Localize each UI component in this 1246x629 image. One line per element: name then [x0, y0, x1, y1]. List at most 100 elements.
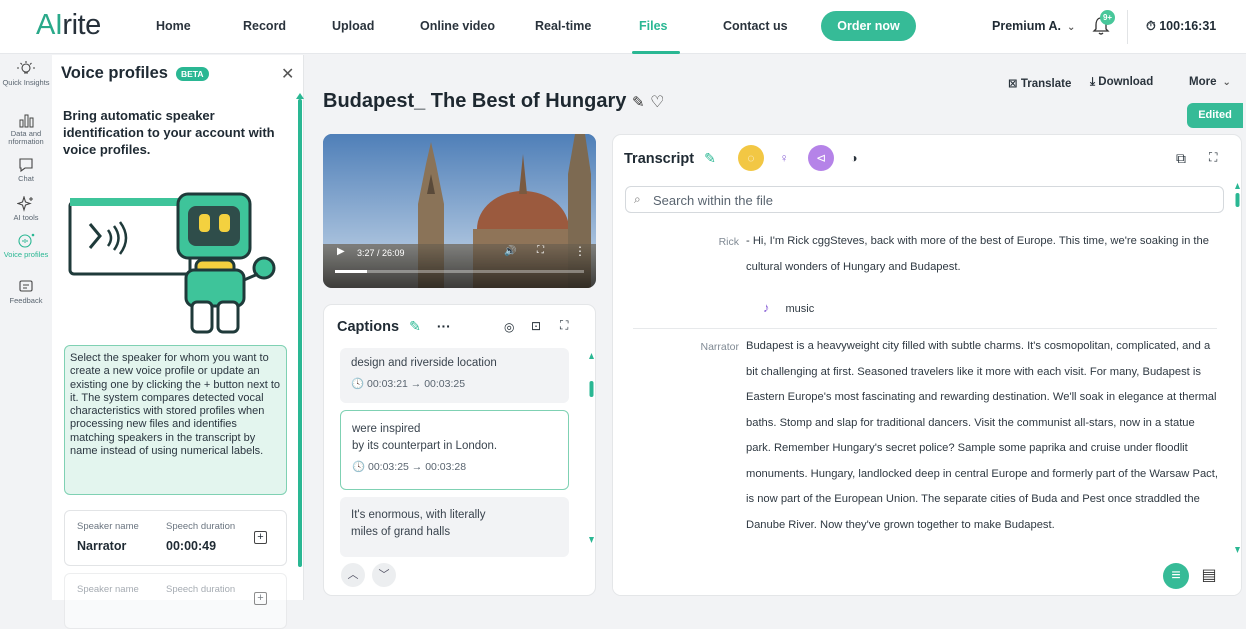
search-icon: ⌕	[634, 192, 641, 206]
transcript-scrollbar[interactable]	[1235, 183, 1240, 553]
copy-icon[interactable]: ⧉	[1176, 150, 1186, 167]
rail-voice-profiles[interactable]: Voice profiles	[0, 233, 52, 259]
close-icon[interactable]: ✕	[281, 64, 294, 84]
nav-contact-us[interactable]: Contact us	[723, 19, 788, 33]
paragraph-view-icon[interactable]: ≡	[1163, 563, 1189, 589]
panel-scrollbar[interactable]	[298, 99, 302, 567]
voice-profiles-panel: Voice profiles BETA ✕ Bring automatic sp…	[52, 55, 304, 629]
volume-icon[interactable]: 🔊	[504, 246, 516, 257]
caption-time: 🕓 00:03:25 → 00:03:28	[352, 459, 557, 476]
rail-label: Voice profiles	[3, 250, 49, 259]
nav-files[interactable]: Files	[639, 19, 668, 33]
rail-data-information[interactable]: Data and nformation	[0, 112, 52, 146]
airite-logo[interactable]: AIrite	[36, 9, 101, 42]
segment-text[interactable]: Budapest is a heavyweight city filled wi…	[746, 334, 1221, 538]
speech-duration-label: Speech duration	[166, 584, 236, 595]
notification-badge: 9+	[1100, 10, 1115, 25]
rail-ai-tools[interactable]: AI tools	[0, 196, 52, 222]
rail-quick-insights[interactable]: Quick Insights	[0, 61, 52, 87]
info-box: Select the speaker for whom you want to …	[64, 345, 287, 495]
chevron-down-icon: ⌄	[1067, 22, 1076, 33]
clock-icon: 🕓	[351, 378, 367, 390]
chapters-icon[interactable]: ⊲	[808, 145, 834, 171]
heart-icon[interactable]: ♡	[650, 94, 664, 111]
caption-text: It's enormous, with literally miles of g…	[351, 509, 486, 538]
speaker-card: Speaker name Speech duration Narrator 00…	[64, 510, 287, 566]
stopwatch-icon: ⏱	[1146, 19, 1160, 33]
nav-real-time[interactable]: Real-time	[535, 19, 591, 33]
expand-icon[interactable]: ⛶	[1209, 150, 1217, 165]
caption-text: design and riverside location	[351, 357, 497, 369]
account-menu[interactable]: Premium A. ⌄	[992, 19, 1075, 33]
video-time: 3:27 / 26:09	[357, 248, 405, 258]
sparkle-icon	[17, 196, 33, 212]
search-input[interactable]: ⌕ Search within the file	[625, 186, 1224, 213]
caption-text: were inspired by its counterpart in Lond…	[352, 423, 498, 452]
download-button[interactable]: ⤓ Download	[1090, 76, 1153, 89]
translate-icon: ⊠	[1008, 78, 1021, 90]
transcript-panel: Transcript ✎ ◌ ♀ ⊲ ◑ ⧉ ⛶ ⌕ Search within…	[612, 134, 1242, 596]
bulb-icon	[17, 61, 35, 74]
chevron-down-icon: ﹀	[378, 569, 390, 581]
music-note-icon: ♪	[763, 300, 770, 315]
panel-title: Voice profiles	[61, 64, 168, 82]
nav-record[interactable]: Record	[243, 19, 286, 33]
caption-timestamp: 00:03:21 → 00:03:25	[367, 378, 466, 390]
voice-profile-icon	[18, 233, 35, 248]
sync-icon[interactable]: ◎	[504, 320, 514, 334]
captions-scrollbar[interactable]	[589, 353, 594, 543]
file-title: Budapest_ The Best of Hungary	[323, 90, 627, 112]
clock-icon: 🕓	[352, 461, 368, 473]
order-now-button[interactable]: Order now	[821, 11, 916, 41]
music-marker: ♪ music	[763, 300, 814, 315]
add-voice-profile-button[interactable]: +	[254, 592, 267, 605]
nav-upload[interactable]: Upload	[332, 19, 374, 33]
more-horizontal-icon[interactable]: ···	[437, 318, 451, 334]
rail-feedback[interactable]: Feedback	[0, 279, 52, 305]
rail-label: Quick Insights	[2, 78, 50, 87]
segment-divider	[633, 328, 1217, 329]
rail-label: Feedback	[9, 296, 43, 305]
speech-duration-label: Speech duration	[166, 521, 236, 532]
speaker-label[interactable]: Narrator	[619, 341, 739, 353]
next-caption-button[interactable]: ﹀	[372, 563, 396, 587]
chart-icon	[19, 114, 34, 128]
feedback-icon	[19, 280, 33, 292]
edit-pencil-icon[interactable]: ✎	[704, 150, 716, 166]
video-progress-fill	[335, 270, 368, 273]
edit-pencil-icon[interactable]: ✎	[409, 318, 421, 334]
rail-chat[interactable]: Chat	[0, 157, 52, 183]
edited-status-badge: Edited	[1187, 103, 1243, 128]
expand-icon[interactable]: ⛶	[560, 318, 568, 333]
translate-button[interactable]: ⊠ Translate	[1008, 76, 1071, 90]
divider	[1127, 10, 1128, 44]
contrast-icon[interactable]: ◑	[841, 145, 867, 171]
speaker-label[interactable]: Rick	[619, 236, 739, 248]
video-progress-bar[interactable]	[335, 270, 584, 273]
nav-online-video[interactable]: Online video	[420, 19, 495, 33]
rail-label: Chat	[18, 174, 34, 183]
caption-settings-icon[interactable]: ⊡	[531, 319, 541, 333]
caption-item[interactable]: design and riverside location 🕓 00:03:21…	[340, 348, 569, 403]
more-menu[interactable]: More ⌄	[1189, 76, 1231, 88]
more-label: More	[1189, 76, 1217, 88]
previous-caption-button[interactable]: ︿	[341, 563, 365, 587]
video-player[interactable]: ▶ 3:27 / 26:09 🔊 ⛶ ⋮	[323, 134, 596, 288]
fullscreen-icon[interactable]: ⛶	[537, 245, 544, 256]
caption-item-active[interactable]: were inspired by its counterpart in Lond…	[340, 410, 569, 490]
nav-home[interactable]: Home	[156, 19, 191, 33]
play-icon[interactable]: ▶	[337, 246, 345, 257]
caption-item[interactable]: It's enormous, with literally miles of g…	[340, 497, 569, 557]
speakers-icon[interactable]: ♀	[771, 145, 797, 171]
add-voice-profile-button[interactable]: +	[254, 531, 267, 544]
segment-text[interactable]: - Hi, I'm Rick cggSteves, back with more…	[746, 229, 1221, 280]
summary-icon[interactable]: ◌	[738, 145, 764, 171]
edit-pencil-icon[interactable]: ✎	[632, 94, 645, 111]
music-label: music	[785, 303, 815, 315]
captions-panel: Captions ✎ ··· ◎ ⊡ ⛶ design and riversid…	[323, 304, 596, 596]
robot-illustration	[68, 192, 276, 334]
chat-icon	[19, 158, 33, 173]
block-view-icon[interactable]: ▤	[1196, 563, 1222, 589]
chevron-up-icon: ︿	[347, 569, 359, 581]
more-vertical-icon[interactable]: ⋮	[574, 244, 586, 258]
